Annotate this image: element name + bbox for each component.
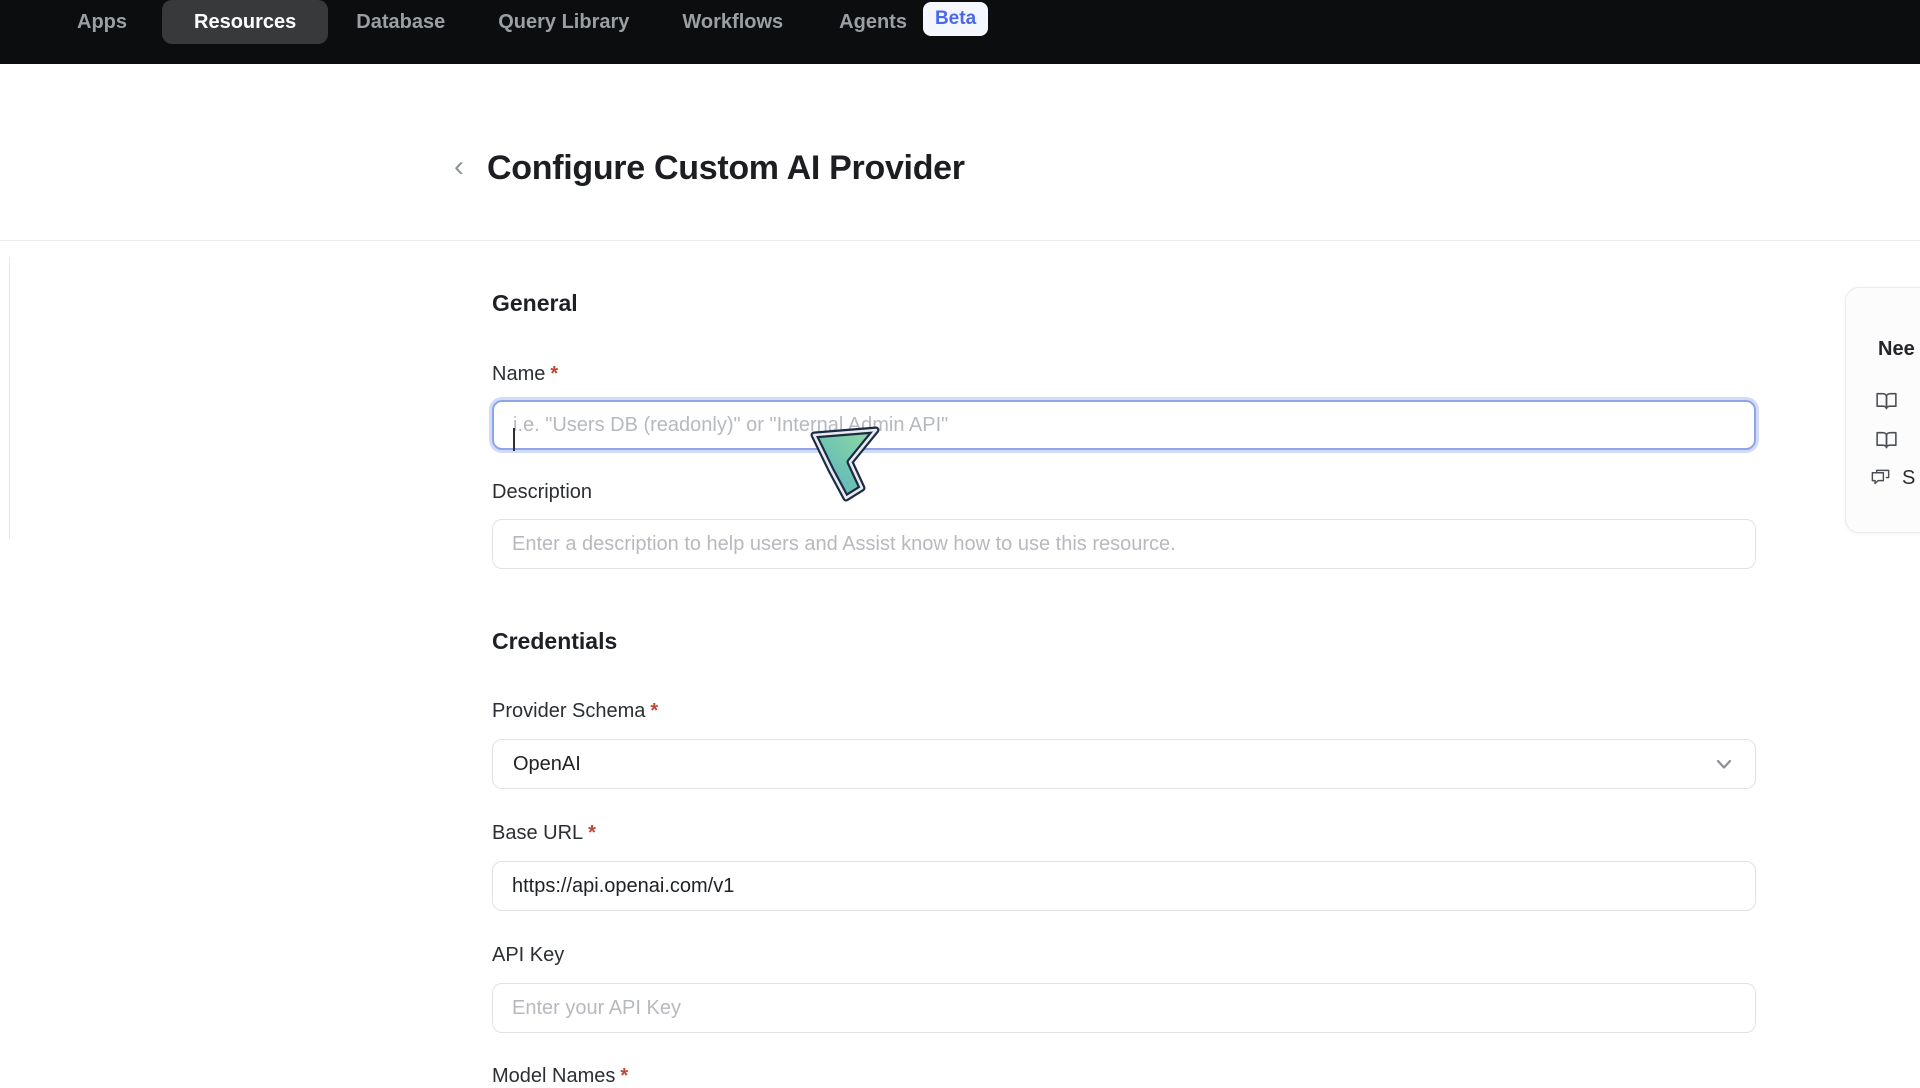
name-input[interactable]	[492, 400, 1756, 450]
section-heading-general: General	[492, 290, 1756, 316]
help-panel: Nee S	[1845, 287, 1920, 533]
back-chevron-icon[interactable]: ‹	[448, 147, 470, 189]
left-edge-divider	[9, 257, 10, 539]
nav-item-resources-active[interactable]: Resources	[162, 0, 328, 44]
provider-schema-required-marker: *	[650, 700, 658, 722]
open-book-icon	[1874, 428, 1899, 453]
provider-schema-label-text: Provider Schema	[492, 700, 645, 722]
provider-schema-value: OpenAI	[513, 753, 581, 776]
base-url-label-text: Base URL	[492, 822, 583, 844]
name-field-wrap	[492, 400, 1756, 450]
section-heading-credentials: Credentials	[492, 628, 1756, 654]
api-key-label: API Key	[492, 943, 1756, 967]
model-names-label: Model Names*	[492, 1064, 1756, 1088]
page-title: Configure Custom AI Provider	[487, 147, 965, 189]
name-label-text: Name	[492, 363, 545, 385]
base-url-label: Base URL*	[492, 821, 1756, 845]
title-divider	[0, 240, 1920, 241]
nav-item-database[interactable]: Database	[356, 0, 445, 44]
nav-item-apps[interactable]: Apps	[77, 0, 127, 44]
open-book-icon	[1874, 389, 1899, 414]
nav-item-query-library[interactable]: Query Library	[498, 0, 629, 44]
nav-item-workflows[interactable]: Workflows	[682, 0, 783, 44]
description-label: Description	[492, 480, 1756, 504]
chat-bubbles-icon	[1869, 467, 1892, 490]
text-caret	[513, 428, 515, 451]
model-names-required-marker: *	[620, 1065, 628, 1087]
name-required-marker: *	[550, 363, 558, 385]
page-header: ‹ Configure Custom AI Provider	[448, 147, 1920, 189]
api-key-label-text: API Key	[492, 944, 564, 966]
help-link-label: S	[1902, 467, 1915, 490]
base-url-input[interactable]	[492, 861, 1756, 911]
chevron-down-icon	[1713, 753, 1735, 775]
model-names-label-text: Model Names	[492, 1065, 615, 1087]
top-nav: Apps Resources Database Query Library Wo…	[0, 0, 1920, 64]
base-url-required-marker: *	[588, 822, 596, 844]
help-link-docs-1[interactable]	[1874, 389, 1920, 414]
provider-schema-select[interactable]: OpenAI	[492, 739, 1756, 789]
description-label-text: Description	[492, 481, 592, 503]
provider-config-form: General Name* Description Credentials Pr…	[492, 290, 1756, 1088]
help-link-list: S	[1874, 389, 1920, 490]
beta-badge[interactable]: Beta	[923, 2, 988, 36]
api-key-input[interactable]	[492, 983, 1756, 1033]
description-input[interactable]	[492, 519, 1756, 569]
help-link-docs-2[interactable]	[1874, 428, 1920, 453]
help-link-support[interactable]: S	[1869, 467, 1920, 490]
name-label: Name*	[492, 362, 1756, 386]
provider-schema-label: Provider Schema*	[492, 699, 1756, 723]
nav-item-agents[interactable]: Agents	[839, 0, 907, 44]
help-panel-heading: Nee	[1878, 338, 1920, 361]
